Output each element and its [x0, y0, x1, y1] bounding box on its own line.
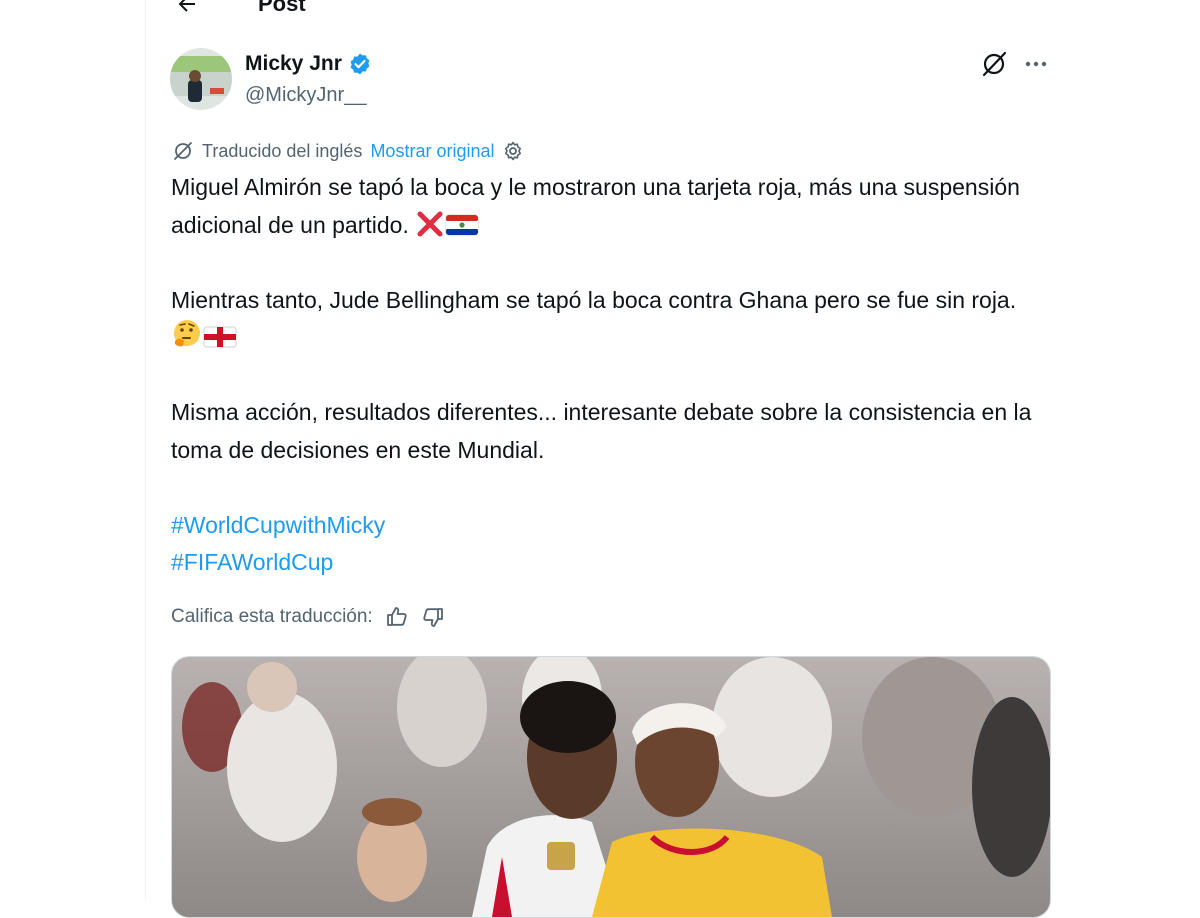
grok-button[interactable] — [980, 50, 1008, 78]
translation-label: Traducido del inglés — [202, 141, 363, 161]
thumbs-down-icon[interactable] — [421, 605, 445, 629]
verified-badge-icon — [350, 53, 370, 75]
hashtag-link[interactable]: #FIFAWorldCup — [171, 544, 1051, 582]
tweet-paragraph: Miguel Almirón se tapó la boca y le most… — [171, 174, 1020, 238]
rate-label: Califica esta traducción: — [171, 606, 373, 627]
hashtag-link[interactable]: #WorldCupwithMicky — [171, 507, 1051, 545]
tweet-paragraph: Misma acción, resultados diferentes... i… — [171, 399, 1032, 463]
more-button[interactable] — [1022, 50, 1050, 78]
post-image[interactable] — [171, 656, 1051, 918]
grok-icon — [982, 51, 1007, 77]
page-title: Post — [258, 0, 306, 16]
players-photo — [172, 657, 1050, 917]
thumbs-up-icon[interactable] — [385, 605, 409, 629]
tweet-paragraph: Mientras tanto, Jude Bellingham se tapó … — [171, 282, 1051, 357]
translation-bar: Traducido del inglés Mostrar original — [172, 138, 524, 164]
cross-mark-emoji — [417, 211, 443, 236]
flag-paraguay-emoji — [445, 214, 479, 235]
flag-england-emoji — [203, 326, 237, 348]
back-button[interactable] — [173, 0, 201, 18]
show-original-link[interactable]: Mostrar original — [370, 138, 494, 164]
translate-icon — [174, 142, 192, 160]
more-icon — [1025, 61, 1047, 67]
gear-icon[interactable] — [502, 140, 524, 162]
post-header: Post — [145, 0, 745, 22]
thinking-face-emoji — [174, 320, 200, 347]
rate-translation: Califica esta traducción: — [171, 603, 445, 631]
arrow-left-icon — [178, 0, 195, 12]
avatar[interactable] — [170, 48, 232, 110]
author-handle[interactable]: @MickyJnr__ — [245, 82, 366, 108]
tweet-text: Miguel Almirón se tapó la boca y le most… — [171, 169, 1051, 582]
author-name-row: Micky Jnr — [245, 50, 372, 78]
author-name[interactable]: Micky Jnr — [245, 50, 342, 78]
